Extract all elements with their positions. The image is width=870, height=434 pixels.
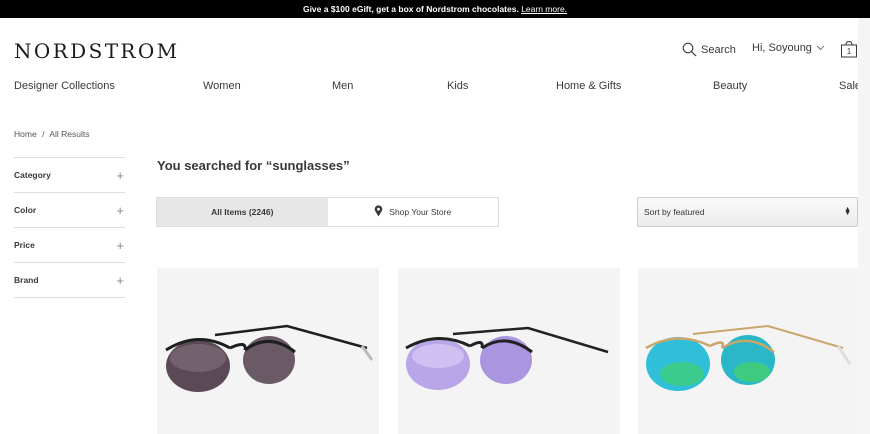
search-icon	[682, 42, 697, 57]
breadcrumb-separator: /	[42, 129, 45, 139]
tab-label: All Items (2246)	[211, 207, 274, 217]
nav-kids[interactable]: Kids	[447, 80, 468, 92]
breadcrumb-home[interactable]: Home	[14, 129, 37, 139]
results-tabs: All Items (2246) Shop Your Store	[156, 197, 499, 227]
scrollbar-track[interactable]	[858, 18, 870, 434]
filter-brand[interactable]: Brand +	[14, 263, 125, 298]
promo-banner: Give a $100 eGift, get a box of Nordstro…	[0, 0, 870, 18]
nav-men[interactable]: Men	[332, 80, 353, 92]
product-card[interactable]	[157, 268, 379, 434]
nav-beauty[interactable]: Beauty	[713, 80, 747, 92]
search-button[interactable]: Search	[682, 42, 736, 57]
filter-sidebar: Category + Color + Price + Brand +	[14, 157, 125, 298]
filter-label: Color	[14, 205, 37, 215]
sort-value: Sort by featured	[644, 207, 705, 217]
filter-label: Price	[14, 240, 35, 250]
shopping-bag-button[interactable]: 1	[840, 40, 858, 63]
select-arrows-icon: ▲ ▼	[844, 206, 851, 217]
filter-price[interactable]: Price +	[14, 228, 125, 263]
plus-icon: +	[116, 202, 124, 218]
promo-text: Give a $100 eGift, get a box of Nordstro…	[302, 4, 519, 14]
bag-count: 1	[847, 47, 852, 56]
sort-select[interactable]: Sort by featured ▲ ▼	[637, 197, 858, 227]
nav-women[interactable]: Women	[203, 80, 241, 92]
account-menu[interactable]: Hi, Soyoung	[752, 42, 825, 54]
breadcrumb-current: All Results	[49, 129, 90, 139]
shopping-bag-icon: 1	[841, 40, 857, 58]
tab-label: Shop Your Store	[389, 207, 452, 217]
product-card[interactable]	[398, 268, 620, 434]
location-pin-icon	[374, 205, 383, 219]
sunglasses-image	[165, 324, 374, 392]
plus-icon: +	[116, 272, 124, 288]
plus-icon: +	[116, 237, 124, 253]
promo-learn-more-link[interactable]: Learn more.	[521, 4, 567, 14]
search-label: Search	[701, 43, 736, 56]
sunglasses-image	[645, 324, 852, 391]
tab-shop-your-store[interactable]: Shop Your Store	[328, 198, 499, 226]
nordstrom-logo[interactable]: NORDSTROM	[14, 39, 180, 63]
filter-label: Brand	[14, 275, 39, 285]
results-heading: You searched for “sunglasses”	[157, 158, 350, 173]
breadcrumb: Home / All Results	[14, 129, 90, 139]
nav-designer-collections[interactable]: Designer Collections	[14, 80, 115, 92]
account-label: Hi, Soyoung	[752, 42, 812, 54]
tab-all-items[interactable]: All Items (2246)	[157, 198, 328, 226]
plus-icon: +	[116, 167, 124, 183]
product-card[interactable]	[638, 268, 860, 434]
filter-color[interactable]: Color +	[14, 193, 125, 228]
nav-home-gifts[interactable]: Home & Gifts	[556, 80, 621, 92]
filter-label: Category	[14, 170, 51, 180]
sunglasses-image	[405, 326, 609, 390]
filter-category[interactable]: Category +	[14, 158, 125, 193]
chevron-down-icon	[816, 45, 825, 51]
